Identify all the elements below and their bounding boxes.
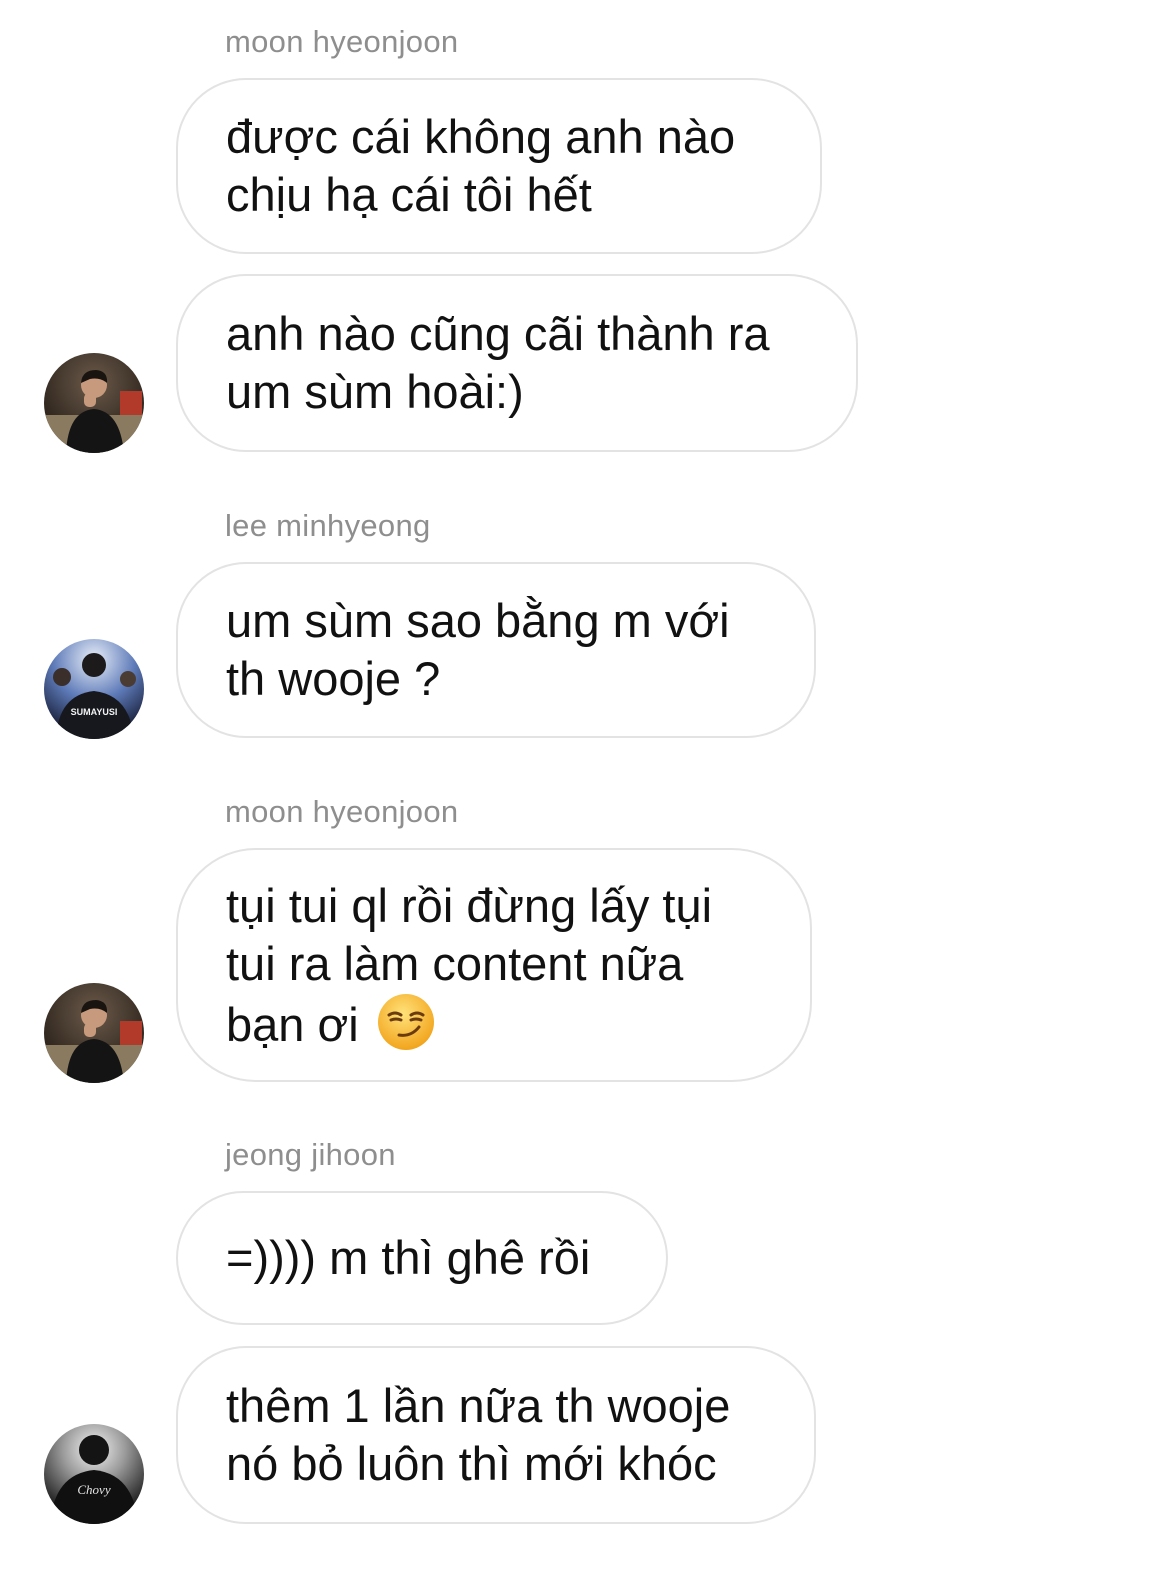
message-bubble[interactable]: thêm 1 lần nữa th wooje nó bỏ luôn thì m… [176,1346,816,1524]
sender-name: jeong jihoon [225,1137,396,1172]
message-text: anh nào cũng cãi thành ra um sùm hoài:) [226,307,770,418]
avatar-jersey-text: SUMAYUSI [71,707,118,717]
message-text: tụi tui ql rồi đừng lấy tụi tui ra làm c… [226,877,712,1054]
message-bubble[interactable]: =)))) m thì ghê rồi [176,1191,668,1325]
avatar-moon-photo [44,983,144,1083]
message-text: được cái không anh nào chịu hạ cái tôi h… [226,110,736,221]
avatar[interactable] [44,353,144,453]
avatar-jersey-text: Chovy [77,1482,110,1497]
sender-name: lee minhyeong [225,508,431,543]
message-text-body: tụi tui ql rồi đừng lấy tụi tui ra làm c… [226,878,713,1051]
message-text: um sùm sao bằng m với th wooje ? [226,594,730,705]
avatar-lee-photo: SUMAYUSI [44,639,144,739]
avatar[interactable]: SUMAYUSI [44,639,144,739]
avatar-moon-photo [44,353,144,453]
message-text: thêm 1 lần nữa th wooje nó bỏ luôn thì m… [226,1379,731,1490]
message-bubble[interactable]: được cái không anh nào chịu hạ cái tôi h… [176,78,822,254]
message-bubble[interactable]: tụi tui ql rồi đừng lấy tụi tui ra làm c… [176,848,812,1082]
message-text: =)))) m thì ghê rồi [226,1231,591,1284]
avatar[interactable]: Chovy [44,1424,144,1524]
smirking-face-emoji [377,993,435,1051]
sender-name: moon hyeonjoon [225,24,459,59]
avatar-jeong-photo: Chovy [44,1424,144,1524]
message-bubble[interactable]: anh nào cũng cãi thành ra um sùm hoài:) [176,274,858,452]
message-bubble[interactable]: um sùm sao bằng m với th wooje ? [176,562,816,738]
sender-name: moon hyeonjoon [225,794,459,829]
avatar[interactable] [44,983,144,1083]
